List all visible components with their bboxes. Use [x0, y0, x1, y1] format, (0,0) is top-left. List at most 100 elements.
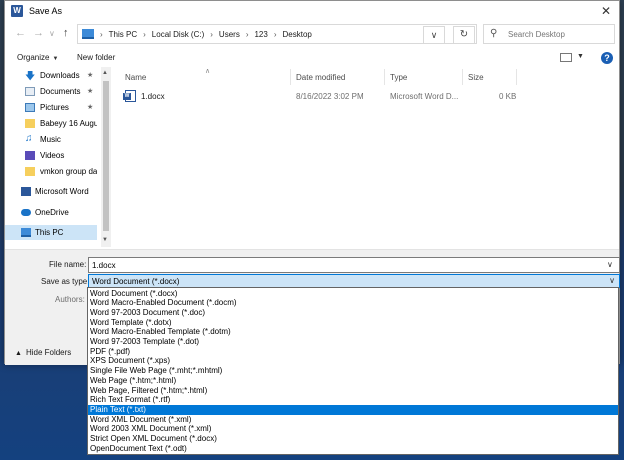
window-title: Save As	[29, 6, 63, 16]
pin-icon: ★	[87, 72, 94, 79]
dropdown-option[interactable]: XPS Document (*.xps)	[88, 356, 618, 366]
dropdown-option[interactable]: OpenDocument Text (*.odt)	[88, 444, 618, 454]
pin-icon: ★	[87, 88, 94, 95]
refresh-icon[interactable]: ↻	[453, 26, 475, 44]
breadcrumb: › This PC › Local Disk (C:) › Users › 123 › Deskt…	[100, 30, 312, 39]
nav-item-label: Music	[40, 135, 61, 144]
nav-item-pictures[interactable]: Pictures ★	[5, 100, 97, 115]
nav-item-onedrive[interactable]: OneDrive	[5, 205, 97, 220]
nav-item-downloads[interactable]: 🡇 Downloads ★	[5, 68, 97, 83]
nav-item-documents[interactable]: Documents ★	[5, 84, 97, 99]
dropdown-option[interactable]: Word Macro-Enabled Template (*.dotm)	[88, 327, 618, 337]
search-box[interactable]: ⚲	[483, 24, 615, 44]
file-size: 0 KB	[499, 92, 517, 101]
search-input[interactable]	[508, 28, 612, 41]
crumb-separator-icon: ›	[245, 30, 249, 39]
crumb-desktop[interactable]: Desktop	[283, 30, 312, 39]
hide-folders-label: Hide Folders	[25, 348, 72, 357]
nav-item-label: Videos	[40, 151, 65, 160]
crumb-users[interactable]: Users	[219, 30, 240, 39]
file-list-header: ∧ Name Date modified Type Size	[113, 68, 621, 85]
nav-item-label: This PC	[35, 228, 64, 237]
word-app-icon: W	[11, 5, 23, 17]
view-caret-down-icon[interactable]: ▼	[577, 53, 584, 60]
nav-item-label: Microsoft Word	[35, 187, 89, 196]
column-divider[interactable]	[384, 69, 385, 85]
nav-item-this-pc[interactable]: This PC	[5, 225, 97, 240]
column-header-type[interactable]: Type	[390, 73, 407, 82]
music-icon: ♫	[25, 133, 33, 144]
dropdown-option[interactable]: Strict Open XML Document (*.docx)	[88, 434, 618, 444]
file-type: Microsoft Word D...	[390, 92, 459, 101]
search-icon: ⚲	[490, 28, 498, 39]
dropdown-option[interactable]: Web Page (*.htm;*.html)	[88, 376, 618, 386]
documents-icon	[25, 87, 35, 96]
column-divider[interactable]	[516, 69, 517, 85]
table-row[interactable]: 1.docx 8/16/2022 3:02 PM Microsoft Word …	[113, 88, 621, 104]
scroll-up-arrow-icon[interactable]: ▲	[102, 70, 108, 76]
nav-pane-scrollbar[interactable]: ▲ ▼	[101, 67, 111, 247]
column-header-name[interactable]: Name	[125, 73, 146, 82]
dropdown-option[interactable]: Word Macro-Enabled Document (*.docm)	[88, 298, 618, 308]
nav-item-music[interactable]: ♫ Music	[5, 132, 97, 147]
forward-arrow-icon[interactable]: →	[33, 27, 44, 39]
nav-item-label: Downloads	[40, 71, 80, 80]
hide-folders-button[interactable]: ▲ Hide Folders	[15, 348, 71, 357]
save-as-type-select[interactable]: Word Document (*.docx) ∨	[88, 274, 620, 288]
file-name-input[interactable]	[88, 257, 620, 273]
command-toolbar: Organize ▼ New folder	[5, 48, 619, 68]
column-divider[interactable]	[462, 69, 463, 85]
column-divider[interactable]	[290, 69, 291, 85]
scroll-down-arrow-icon[interactable]: ▼	[102, 237, 108, 243]
up-arrow-icon[interactable]: ↑	[63, 27, 69, 39]
column-header-size[interactable]: Size	[468, 73, 484, 82]
view-options-icon[interactable]	[560, 53, 572, 62]
organize-button[interactable]: Organize ▼	[17, 53, 58, 62]
dropdown-option[interactable]: Word Document (*.docx)	[88, 289, 618, 299]
nav-item-label: vmkon group da	[40, 167, 97, 176]
address-history-chevron-icon[interactable]: ∨	[423, 26, 445, 44]
dropdown-option[interactable]: PDF (*.pdf)	[88, 347, 618, 357]
nav-item-babeyy[interactable]: Babeyy 16 Augu	[5, 116, 97, 131]
nav-item-videos[interactable]: Videos	[5, 148, 97, 163]
crumb-this-pc[interactable]: This PC	[109, 30, 137, 39]
file-name-history-chevron-icon[interactable]: ∨	[607, 260, 613, 269]
word-document-icon	[123, 90, 136, 102]
recent-chevron-icon[interactable]: ∨	[49, 29, 55, 38]
chevron-down-icon: ∨	[609, 276, 615, 285]
dropdown-option[interactable]: Rich Text Format (*.rtf)	[88, 395, 618, 405]
dropdown-option[interactable]: Word Template (*.dotx)	[88, 318, 618, 328]
crumb-separator-icon: ›	[100, 30, 103, 39]
file-date-modified: 8/16/2022 3:02 PM	[296, 92, 364, 101]
crumb-local-disk[interactable]: Local Disk (C:)	[152, 30, 204, 39]
organize-label: Organize	[17, 53, 50, 62]
back-arrow-icon[interactable]: ←	[15, 27, 26, 39]
address-bar[interactable]: › This PC › Local Disk (C:) › Users › 123 › Deskt…	[77, 24, 477, 44]
crumb-separator-icon: ›	[210, 30, 213, 39]
dropdown-option[interactable]: Word 97-2003 Document (*.doc)	[88, 308, 618, 318]
close-icon[interactable]: ✕	[601, 4, 611, 18]
onedrive-cloud-icon	[21, 209, 31, 216]
dropdown-option[interactable]: Web Page, Filtered (*.htm;*.html)	[88, 386, 618, 396]
word-app-icon	[21, 187, 31, 196]
nav-item-label: Pictures	[40, 103, 69, 112]
dropdown-option[interactable]: Word 97-2003 Template (*.dot)	[88, 337, 618, 347]
dropdown-option-highlighted[interactable]: Plain Text (*.txt)	[88, 404, 618, 415]
help-icon[interactable]: ?	[601, 52, 613, 64]
pin-icon: ★	[87, 104, 94, 111]
file-name: 1.docx	[141, 92, 165, 101]
dropdown-option[interactable]: Word 2003 XML Document (*.xml)	[88, 424, 618, 434]
pictures-icon	[25, 103, 35, 112]
nav-item-vmkon[interactable]: vmkon group da	[5, 164, 97, 179]
nav-item-microsoft-word[interactable]: Microsoft Word	[5, 184, 97, 199]
column-header-date-modified[interactable]: Date modified	[296, 73, 345, 82]
scrollbar-thumb[interactable]	[103, 81, 109, 231]
save-as-type-value: Word Document (*.docx)	[92, 277, 180, 286]
new-folder-button[interactable]: New folder	[77, 53, 115, 62]
save-as-type-dropdown-list: Word Document (*.docx) Word Macro-Enable…	[87, 287, 619, 455]
crumb-123[interactable]: 123	[254, 30, 267, 39]
dropdown-option[interactable]: Single File Web Page (*.mht;*.mhtml)	[88, 366, 618, 376]
videos-icon	[25, 151, 35, 160]
folder-icon	[25, 119, 35, 128]
dropdown-option[interactable]: Word XML Document (*.xml)	[88, 415, 618, 425]
